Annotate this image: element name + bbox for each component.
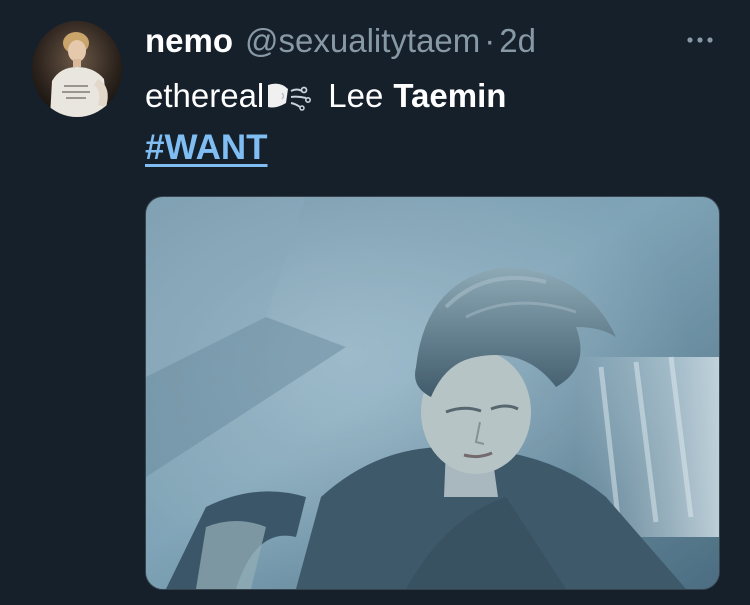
tweet-text: ethereal Lee Taemin — [145, 73, 506, 119]
author-name[interactable]: nemo — [145, 18, 233, 64]
author-handle[interactable]: @sexualitytaem — [245, 18, 480, 64]
separator-dot: · — [484, 22, 496, 59]
wind-face-emoji-icon — [264, 79, 314, 113]
tweet-text-bold: Taemin — [393, 77, 507, 114]
avatar[interactable] — [32, 21, 122, 117]
timestamp[interactable]: 2d — [499, 18, 536, 64]
tweet: nemo @sexualitytaem · 2d ethereal Lee Ta… — [0, 0, 750, 605]
tweet-media-image[interactable] — [145, 196, 720, 590]
tweet-text-part: Lee — [328, 77, 384, 114]
hashtag-link[interactable]: #WANT — [145, 125, 268, 171]
tweet-header: nemo @sexualitytaem · 2d — [145, 18, 536, 64]
more-options-icon[interactable] — [678, 26, 722, 54]
tweet-text-part: ethereal — [145, 77, 265, 114]
